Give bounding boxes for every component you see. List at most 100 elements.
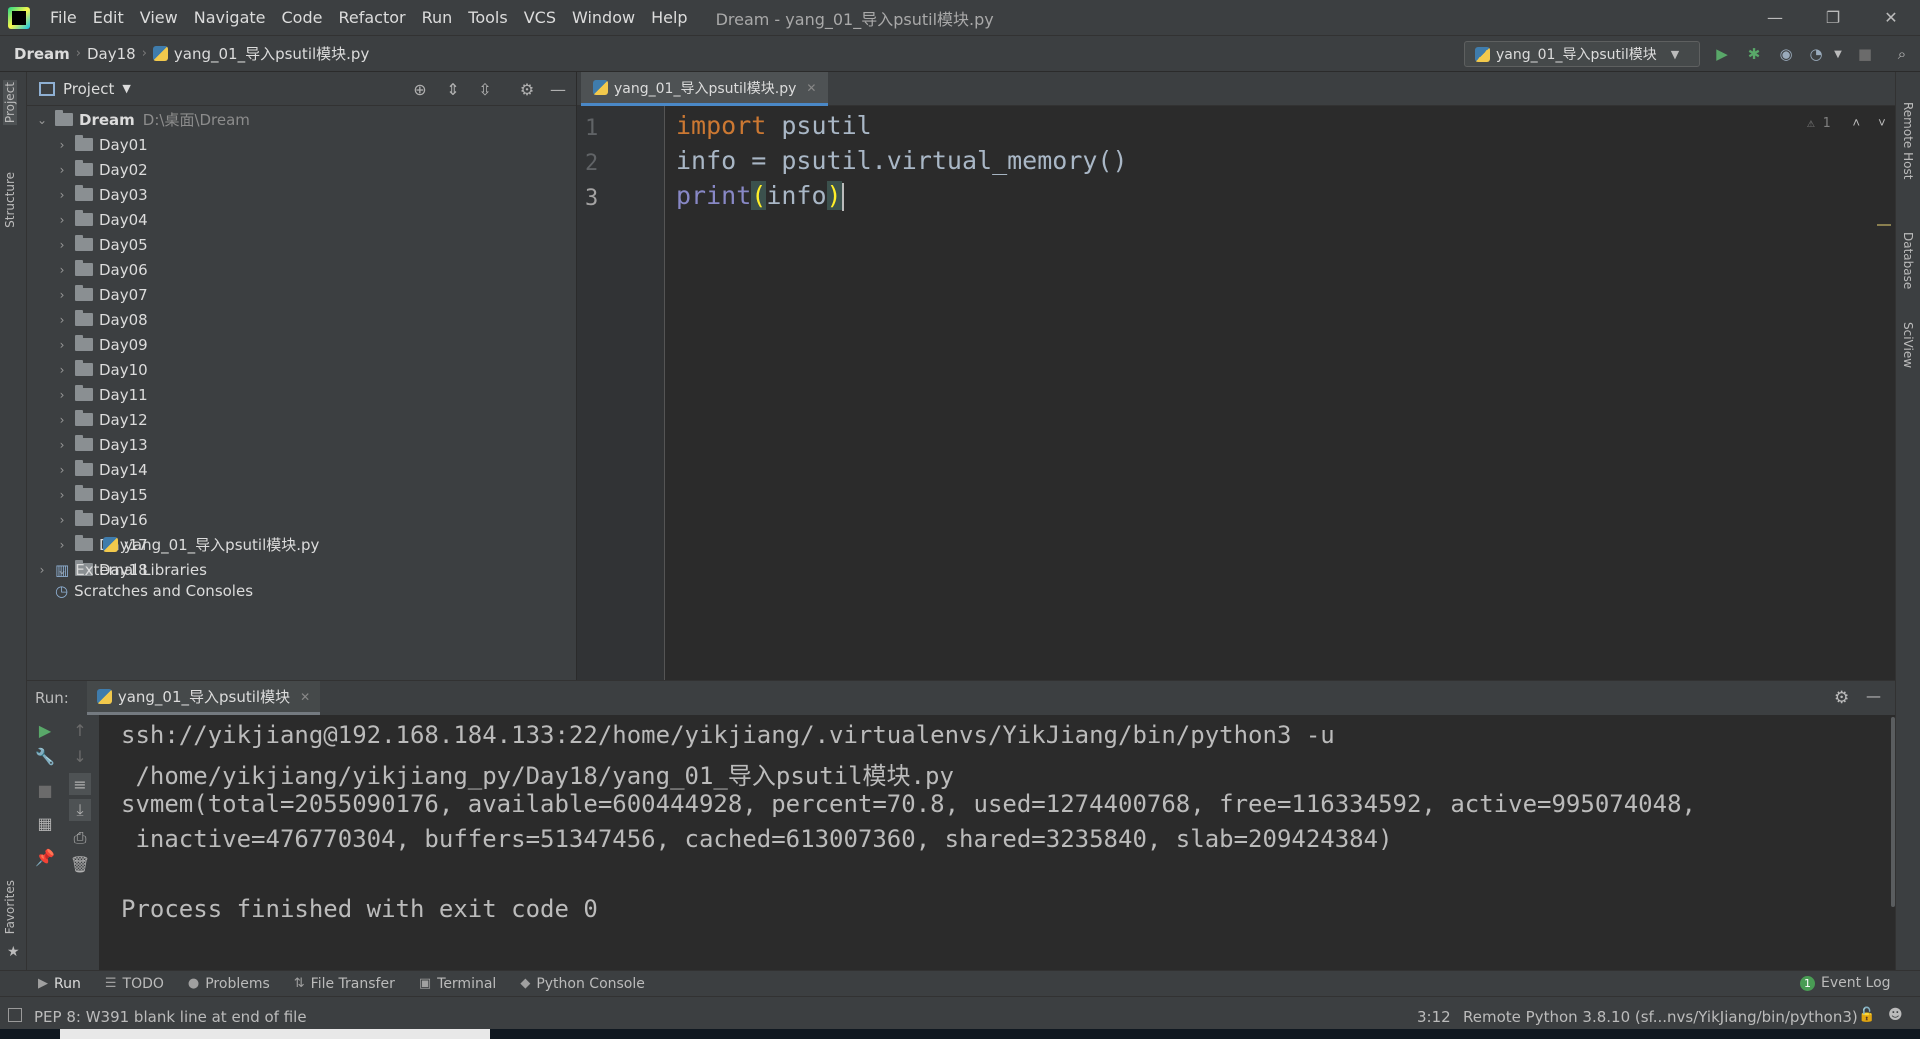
chevron-right-icon[interactable]: › bbox=[55, 138, 69, 152]
chevron-right-icon[interactable]: › bbox=[55, 313, 69, 327]
bottom-tab-todo[interactable]: ☰ TODO bbox=[105, 976, 164, 992]
chevron-right-icon[interactable]: › bbox=[55, 188, 69, 202]
layout-icon[interactable]: ▦ bbox=[34, 812, 56, 834]
close-button[interactable]: ✕ bbox=[1862, 0, 1920, 35]
tree-folder[interactable]: › Day12 bbox=[55, 407, 148, 432]
close-tab-icon[interactable]: ✕ bbox=[806, 81, 816, 95]
menu-view[interactable]: View bbox=[132, 0, 186, 35]
expand-all-icon[interactable]: ⇕ bbox=[443, 80, 463, 99]
tree-folder[interactable]: › Day10 bbox=[55, 357, 148, 382]
chevron-right-icon[interactable]: › bbox=[55, 288, 69, 302]
tree-folder[interactable]: › Day14 bbox=[55, 457, 148, 482]
gear-icon[interactable]: ⚙ bbox=[517, 80, 537, 99]
tool-tab-database[interactable]: Database bbox=[1901, 232, 1915, 289]
inspection-widget[interactable]: ⚠ 1 ˄ ˅ bbox=[1807, 116, 1886, 131]
tree-folder[interactable]: › Day02 bbox=[55, 157, 148, 182]
chevron-down-icon[interactable]: ▼ bbox=[122, 82, 130, 95]
chevron-right-icon[interactable]: › bbox=[55, 338, 69, 352]
soft-wrap-icon[interactable]: ≡ bbox=[69, 773, 91, 795]
chevron-right-icon[interactable]: › bbox=[55, 213, 69, 227]
chevron-right-icon[interactable]: › bbox=[55, 363, 69, 377]
menu-edit[interactable]: Edit bbox=[85, 0, 132, 35]
hide-panel-icon[interactable]: — bbox=[1866, 687, 1881, 705]
tool-windows-icon[interactable] bbox=[8, 1008, 22, 1022]
interpreter-indicator[interactable]: Remote Python 3.8.10 (sf...nvs/YikJiang/… bbox=[1463, 1008, 1858, 1026]
console-scrollbar[interactable] bbox=[1891, 717, 1895, 907]
minimize-button[interactable]: — bbox=[1746, 0, 1804, 35]
code-line-2[interactable]: info = psutil.virtual_memory() bbox=[676, 146, 1128, 175]
warning-stripe[interactable] bbox=[1877, 224, 1891, 226]
chevron-down-icon[interactable]: ▼ bbox=[1829, 45, 1847, 63]
tree-folder[interactable]: › Day07 bbox=[55, 282, 148, 307]
bottom-tab-file-transfer[interactable]: ⇅ File Transfer bbox=[294, 976, 395, 992]
bottom-tab-terminal[interactable]: ▣ Terminal bbox=[419, 976, 496, 992]
menu-refactor[interactable]: Refactor bbox=[330, 0, 413, 35]
debug-icon[interactable]: ✱ bbox=[1745, 45, 1763, 63]
menu-help[interactable]: Help bbox=[643, 0, 695, 35]
tree-folder[interactable]: › Day06 bbox=[55, 257, 148, 282]
scroll-to-end-icon[interactable]: ⤓ bbox=[69, 799, 91, 821]
collapse-all-icon[interactable]: ⇳ bbox=[475, 80, 495, 99]
tree-folder[interactable]: › Day08 bbox=[55, 307, 148, 332]
caret-position[interactable]: 3:12 bbox=[1417, 1008, 1451, 1026]
bottom-tab-python-console[interactable]: ◆ Python Console bbox=[520, 976, 645, 992]
tool-tab-structure[interactable]: Structure bbox=[3, 172, 17, 228]
tree-folder[interactable]: › Day03 bbox=[55, 182, 148, 207]
menu-navigate[interactable]: Navigate bbox=[186, 0, 274, 35]
wrench-icon[interactable]: 🔧 bbox=[34, 745, 56, 767]
tree-file[interactable]: yang_01_导入psutil模块.py bbox=[103, 532, 319, 557]
tree-folder[interactable]: › Day01 bbox=[55, 132, 148, 157]
tree-folder[interactable]: › Day05 bbox=[55, 232, 148, 257]
run-tab[interactable]: yang_01_导入psutil模块 ✕ bbox=[86, 681, 321, 715]
tool-tab-sciview[interactable]: SciView bbox=[1901, 322, 1915, 368]
breadcrumb-folder[interactable]: Day18 bbox=[81, 45, 142, 63]
coverage-icon[interactable]: ◉ bbox=[1777, 45, 1795, 63]
code-line-3[interactable]: print(info) bbox=[676, 181, 844, 211]
chevron-right-icon[interactable]: › bbox=[55, 263, 69, 277]
pin-icon[interactable]: 📌 bbox=[34, 846, 56, 868]
chevron-right-icon[interactable]: › bbox=[55, 238, 69, 252]
chevron-right-icon[interactable]: › bbox=[55, 463, 69, 477]
editor-tab[interactable]: yang_01_导入psutil模块.py ✕ bbox=[581, 72, 829, 106]
tool-tab-project[interactable]: Project bbox=[3, 80, 17, 126]
breadcrumb-file[interactable]: yang_01_导入psutil模块.py bbox=[168, 43, 375, 64]
menu-file[interactable]: File bbox=[42, 0, 85, 35]
locate-file-icon[interactable]: ⊕ bbox=[410, 80, 430, 99]
menu-window[interactable]: Window bbox=[564, 0, 643, 35]
menu-code[interactable]: Code bbox=[274, 0, 331, 35]
tree-scratches[interactable]: ◷ Scratches and Consoles bbox=[55, 578, 253, 603]
tree-folder[interactable]: › Day15 bbox=[55, 482, 148, 507]
chevron-right-icon[interactable]: › bbox=[35, 563, 49, 577]
menu-vcs[interactable]: VCS bbox=[516, 0, 564, 35]
bottom-tab-run[interactable]: ▶ Run bbox=[38, 976, 81, 992]
code-line-1[interactable]: import psutil bbox=[676, 111, 872, 140]
breadcrumb-project[interactable]: Dream bbox=[8, 45, 76, 63]
trash-icon[interactable]: 🗑 bbox=[69, 853, 91, 875]
gear-icon[interactable]: ⚙ bbox=[1834, 688, 1849, 708]
chevron-right-icon[interactable]: › bbox=[55, 513, 69, 527]
close-tab-icon[interactable]: ✕ bbox=[300, 690, 310, 704]
rerun-icon[interactable]: ▶ bbox=[34, 719, 56, 741]
stop-icon[interactable]: ■ bbox=[34, 779, 56, 801]
code-editor[interactable]: 1 2 3 import psutil info = psutil.virtua… bbox=[577, 106, 1895, 680]
project-panel-title[interactable]: Project bbox=[63, 80, 114, 98]
tree-folder[interactable]: › Day11 bbox=[55, 382, 148, 407]
run-icon[interactable]: ▶ bbox=[1713, 45, 1731, 63]
profile-icon[interactable]: ◔ bbox=[1807, 45, 1825, 63]
tree-folder[interactable]: › Day16 bbox=[55, 507, 148, 532]
chevron-down-icon[interactable]: ⌄ bbox=[35, 113, 49, 127]
bottom-tab-problems[interactable]: ● Problems bbox=[188, 976, 270, 992]
chevron-up-icon[interactable]: ˄ bbox=[1852, 116, 1860, 131]
event-log-tab[interactable]: 1 Event Log bbox=[1800, 975, 1891, 991]
lock-icon[interactable]: 🔓 bbox=[1858, 1007, 1875, 1023]
arrow-down-icon[interactable]: ↓ bbox=[69, 745, 91, 767]
restore-button[interactable]: ❐ bbox=[1804, 0, 1862, 35]
chevron-right-icon[interactable]: › bbox=[55, 438, 69, 452]
chevron-right-icon[interactable]: › bbox=[55, 538, 69, 552]
chevron-right-icon[interactable]: › bbox=[55, 163, 69, 177]
chevron-down-icon[interactable]: ˅ bbox=[1878, 116, 1886, 131]
tool-tab-remote-host[interactable]: Remote Host bbox=[1901, 102, 1915, 179]
tree-folder[interactable]: › Day13 bbox=[55, 432, 148, 457]
tool-tab-favorites[interactable]: Favorites bbox=[3, 880, 17, 934]
print-icon[interactable]: ⎙ bbox=[69, 827, 91, 849]
